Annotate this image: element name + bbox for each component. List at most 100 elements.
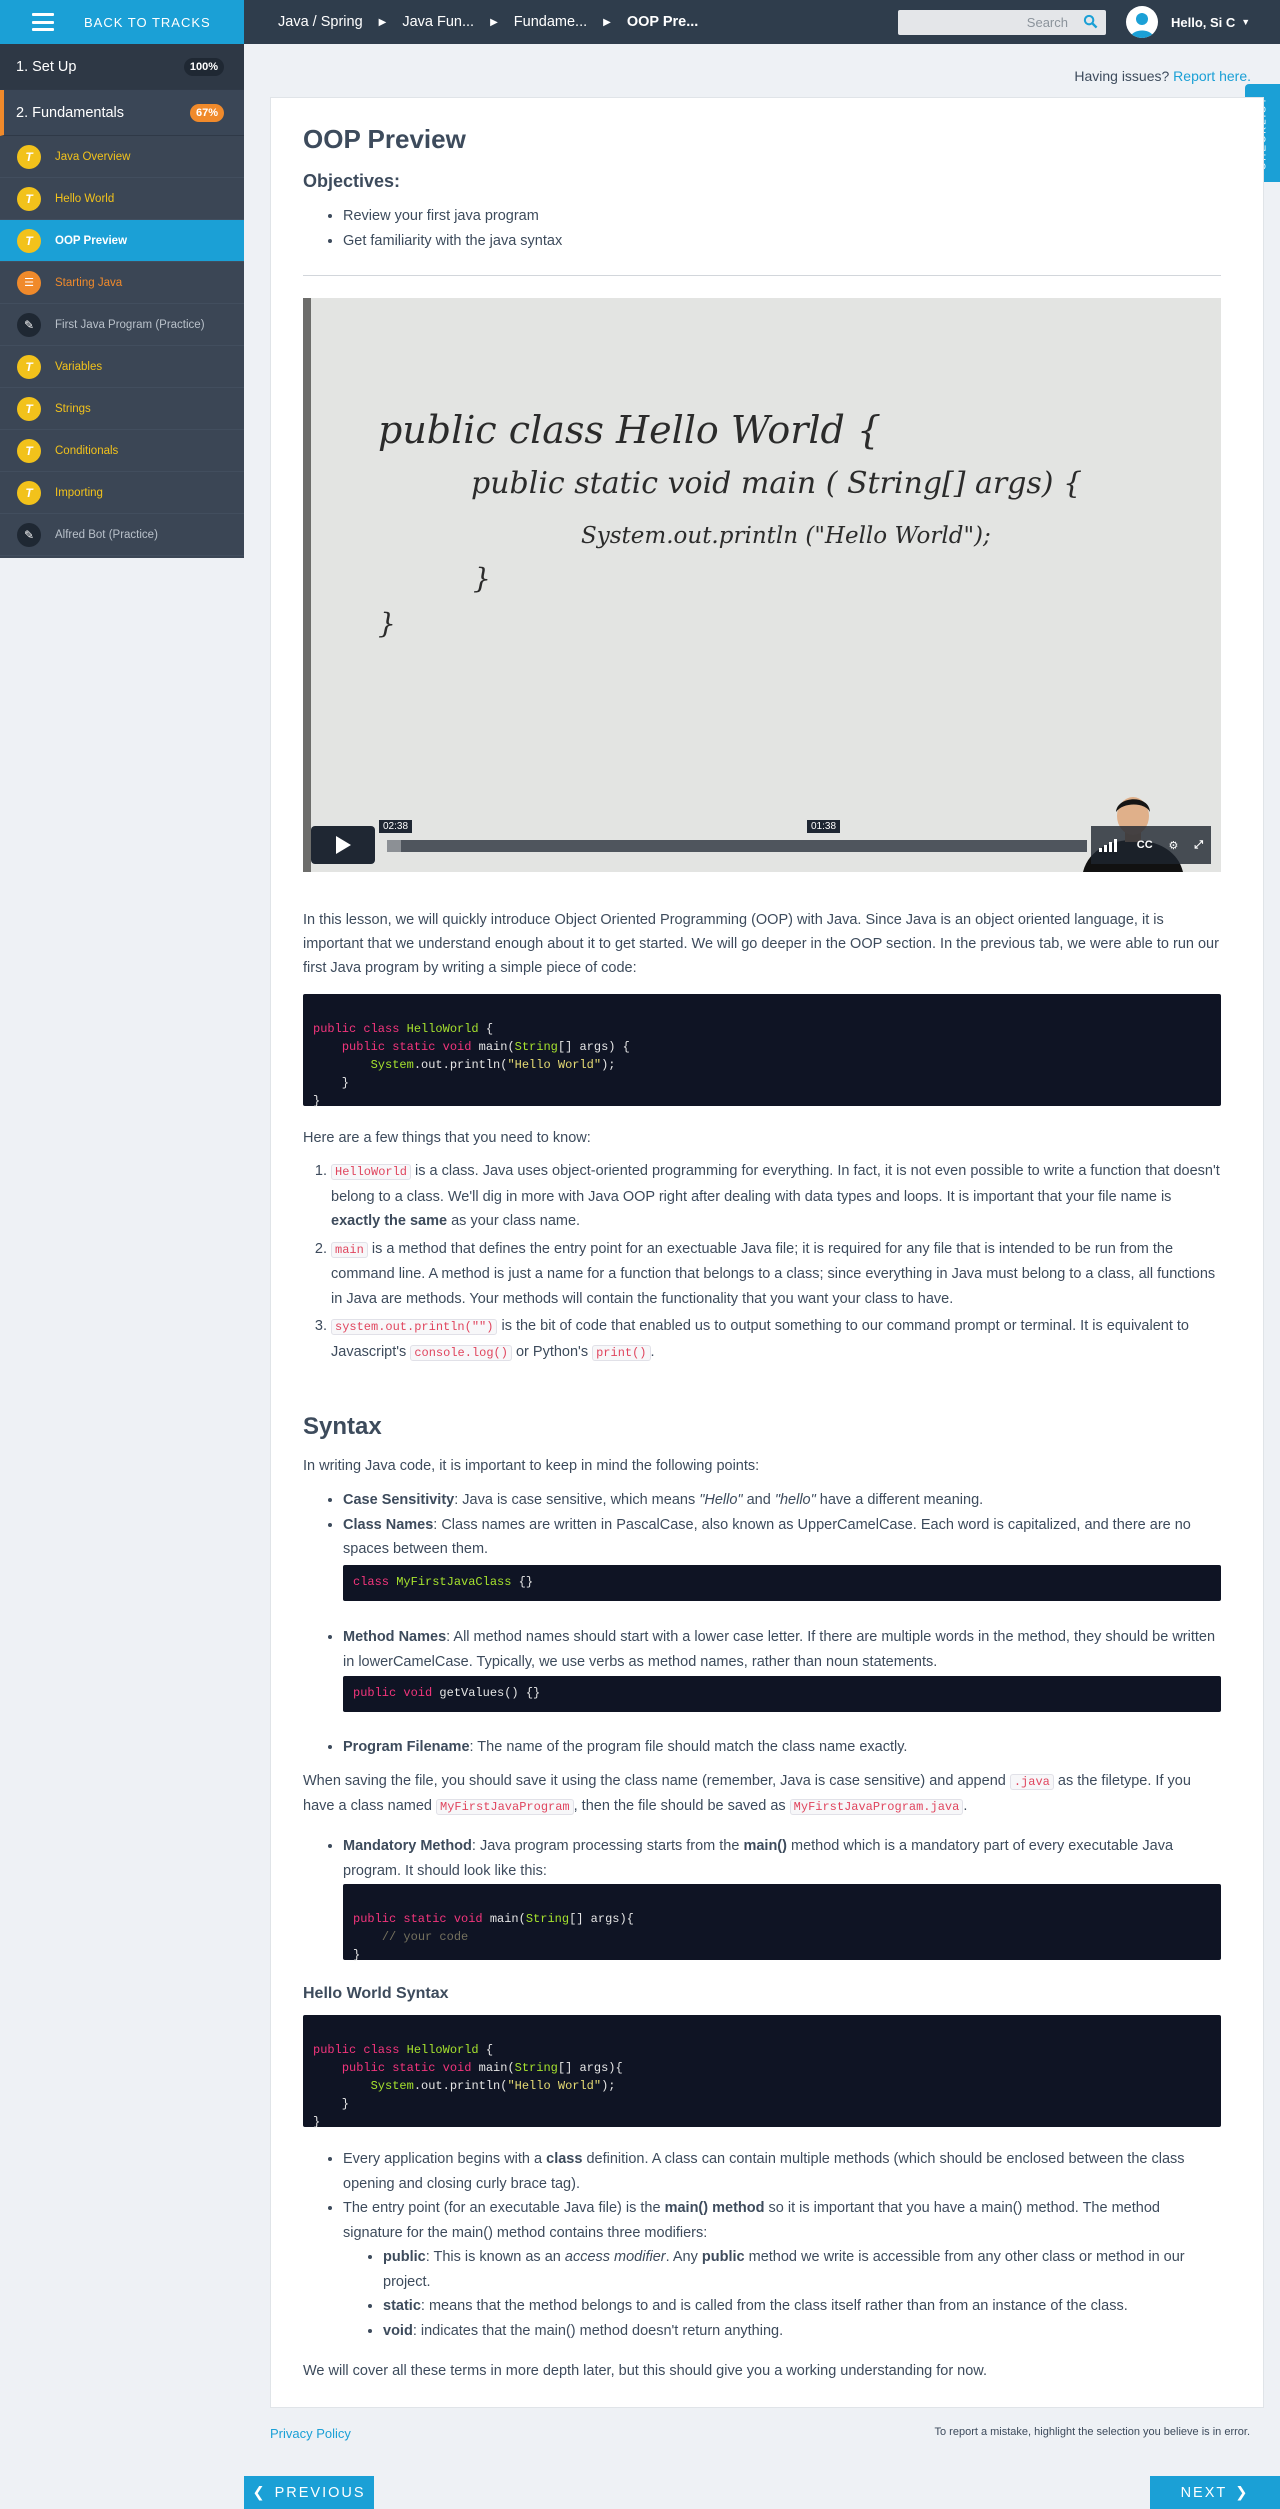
sidebar-item-importing[interactable]: T Importing: [0, 472, 244, 514]
note-text: The entry point (for an executable Java …: [343, 2200, 665, 2216]
objectives-list: Review your first java program Get famil…: [343, 204, 562, 254]
settings-icon[interactable]: ⚙: [1169, 839, 1179, 852]
code-block-hello-world: public class HelloWorld { public static …: [303, 994, 1221, 1108]
breadcrumb-item[interactable]: Java / Spring: [278, 14, 363, 30]
next-label: NEXT: [1180, 2484, 1228, 2501]
code-line: }: [313, 1076, 350, 1090]
saving-paragraph: When saving the file, you should save it…: [303, 1769, 1221, 1819]
term-text: : The name of the program file should ma…: [469, 1739, 908, 1755]
pencil-icon: ✎: [17, 522, 41, 547]
video-player[interactable]: public class Hello World { public static…: [303, 298, 1221, 872]
divider: [303, 275, 1221, 276]
point-text: is a class. Java uses object-oriented pr…: [331, 1163, 1220, 1205]
term-text: : All method names should start with a l…: [343, 1629, 1216, 1670]
chevron-right-icon: ▶: [603, 16, 611, 28]
progress-badge: 67%: [189, 103, 224, 122]
list-item: system.out.println("") is the bit of cod…: [331, 1314, 1221, 1365]
closed-captions-button[interactable]: CC: [1137, 839, 1153, 851]
syntax-list-4: Mandatory Method: Java program processin…: [343, 1834, 1221, 1883]
sidebar-section-label: 1. Set Up: [16, 58, 77, 75]
volume-icon[interactable]: [1098, 838, 1121, 852]
sidebar-item-label: Conditionals: [55, 444, 119, 457]
paragraph-text: , then the file should be saved as: [573, 1798, 790, 1814]
hamburger-icon[interactable]: [32, 13, 54, 31]
inline-code: system.out.println(""): [331, 1319, 498, 1335]
list-item: Program Filename: The name of the progra…: [343, 1735, 1221, 1760]
next-button[interactable]: NEXT ❯: [1150, 2476, 1280, 2509]
breadcrumb: Java / Spring ▶ Java Fun... ▶ Fundame...…: [278, 0, 698, 44]
list-item: Every application begins with a class de…: [343, 2147, 1221, 2196]
video-icon: T: [17, 396, 41, 421]
syntax-list-1: Case Sensitivity: Java is case sensitive…: [343, 1488, 1221, 1562]
emphasis-text: exactly the same: [331, 1213, 448, 1229]
sidebar-item-conditionals[interactable]: T Conditionals: [0, 430, 244, 472]
code-block-hello-world-syntax: public class HelloWorld { public static …: [303, 2015, 1221, 2129]
whiteboard-line: public static void main ( String[] args)…: [471, 466, 1082, 501]
sidebar: 1. Set Up 100% 2. Fundamentals 67% T Jav…: [0, 44, 244, 558]
inline-code: .java: [1009, 1774, 1054, 1790]
sidebar-item-label: Hello World: [55, 192, 115, 205]
emphasis-text: main(): [743, 1838, 787, 1854]
video-progress-bar[interactable]: 02:38 01:38: [379, 820, 1087, 852]
code-line: System.out.println("Hello World");: [370, 1058, 616, 1072]
back-to-tracks-button[interactable]: BACK TO TRACKS: [0, 0, 244, 44]
search-icon[interactable]: [1083, 14, 1098, 29]
privacy-policy-link[interactable]: Privacy Policy: [270, 2426, 351, 2441]
chevron-down-icon: ▼: [1241, 17, 1251, 27]
code-block-class-name: class MyFirstJavaClass {}: [343, 1565, 1221, 1601]
whiteboard-line: }: [378, 607, 396, 640]
avatar[interactable]: [1126, 6, 1158, 38]
sidebar-section-fundamentals[interactable]: 2. Fundamentals 67%: [0, 90, 244, 136]
inline-code: console.log(): [410, 1344, 512, 1361]
play-icon: [336, 836, 351, 854]
sidebar-section-setup[interactable]: 1. Set Up 100%: [0, 44, 244, 90]
top-bar: BACK TO TRACKS Java / Spring ▶ Java Fun.…: [0, 0, 1280, 44]
sidebar-item-starting-java[interactable]: ☰ Starting Java: [0, 262, 244, 304]
list-item: The entry point (for an executable Java …: [343, 2196, 1221, 2343]
video-icon: T: [17, 438, 41, 463]
list-item: Get familiarity with the java syntax: [343, 229, 562, 254]
sidebar-item-hello-world[interactable]: T Hello World: [0, 178, 244, 220]
emphasis-text: main() method: [664, 2200, 765, 2216]
term-label: Method Names: [343, 1629, 447, 1645]
sidebar-item-alfred-bot[interactable]: ✎ Alfred Bot (Practice): [0, 514, 244, 556]
time-hover: 01:38: [807, 820, 841, 833]
term-text: : Java program processing starts from th…: [471, 1838, 744, 1854]
time-played: 02:38: [379, 820, 413, 833]
fullscreen-icon[interactable]: ⤢: [1194, 839, 1203, 852]
code-line: public static void main(String[] args) {: [341, 1040, 630, 1054]
inline-code: print(): [592, 1344, 651, 1361]
list-item: Case Sensitivity: Java is case sensitive…: [343, 1488, 1221, 1513]
sidebar-item-strings[interactable]: T Strings: [0, 388, 244, 430]
video-icon: T: [17, 480, 41, 505]
video-icon: T: [17, 228, 41, 253]
sidebar-item-variables[interactable]: T Variables: [0, 346, 244, 388]
code-line: }: [313, 2097, 350, 2111]
sidebar-item-first-java-program[interactable]: ✎ First Java Program (Practice): [0, 304, 244, 346]
list-item: Mandatory Method: Java program processin…: [343, 1834, 1221, 1883]
video-icon: T: [17, 186, 41, 211]
report-link[interactable]: Report here.: [1173, 68, 1251, 84]
sidebar-item-oop-preview[interactable]: T OOP Preview: [0, 220, 244, 262]
report-note: To report a mistake, highlight the selec…: [934, 2426, 1251, 2438]
breadcrumb-item[interactable]: Java Fun...: [402, 14, 474, 30]
term-label: Program Filename: [343, 1739, 470, 1755]
user-menu[interactable]: Hello, Si C ▼: [1171, 0, 1250, 44]
sidebar-item-label: Alfred Bot (Practice): [55, 528, 158, 541]
point-text: as your class name.: [447, 1213, 581, 1229]
code-line: }: [313, 2115, 321, 2129]
sidebar-item-java-overview[interactable]: T Java Overview: [0, 136, 244, 178]
code-line: public static void main(String[] args){: [341, 2061, 623, 2075]
chevron-right-icon: ▶: [490, 16, 498, 28]
breadcrumb-item[interactable]: Fundame...: [514, 14, 587, 30]
syntax-heading: Syntax: [303, 1413, 382, 1440]
search-input[interactable]: Search: [898, 10, 1106, 35]
sidebar-item-label: OOP Preview: [55, 234, 128, 247]
term-label: public: [383, 2249, 426, 2265]
previous-button[interactable]: ❮ PREVIOUS: [244, 2476, 374, 2509]
code-line: }: [353, 1948, 361, 1962]
chevron-right-icon: ❯: [1235, 2484, 1250, 2501]
list-item: Method Names: All method names should st…: [343, 1625, 1221, 1674]
code-line: public static void main(String[] args){: [353, 1912, 634, 1926]
play-button[interactable]: [311, 826, 375, 864]
